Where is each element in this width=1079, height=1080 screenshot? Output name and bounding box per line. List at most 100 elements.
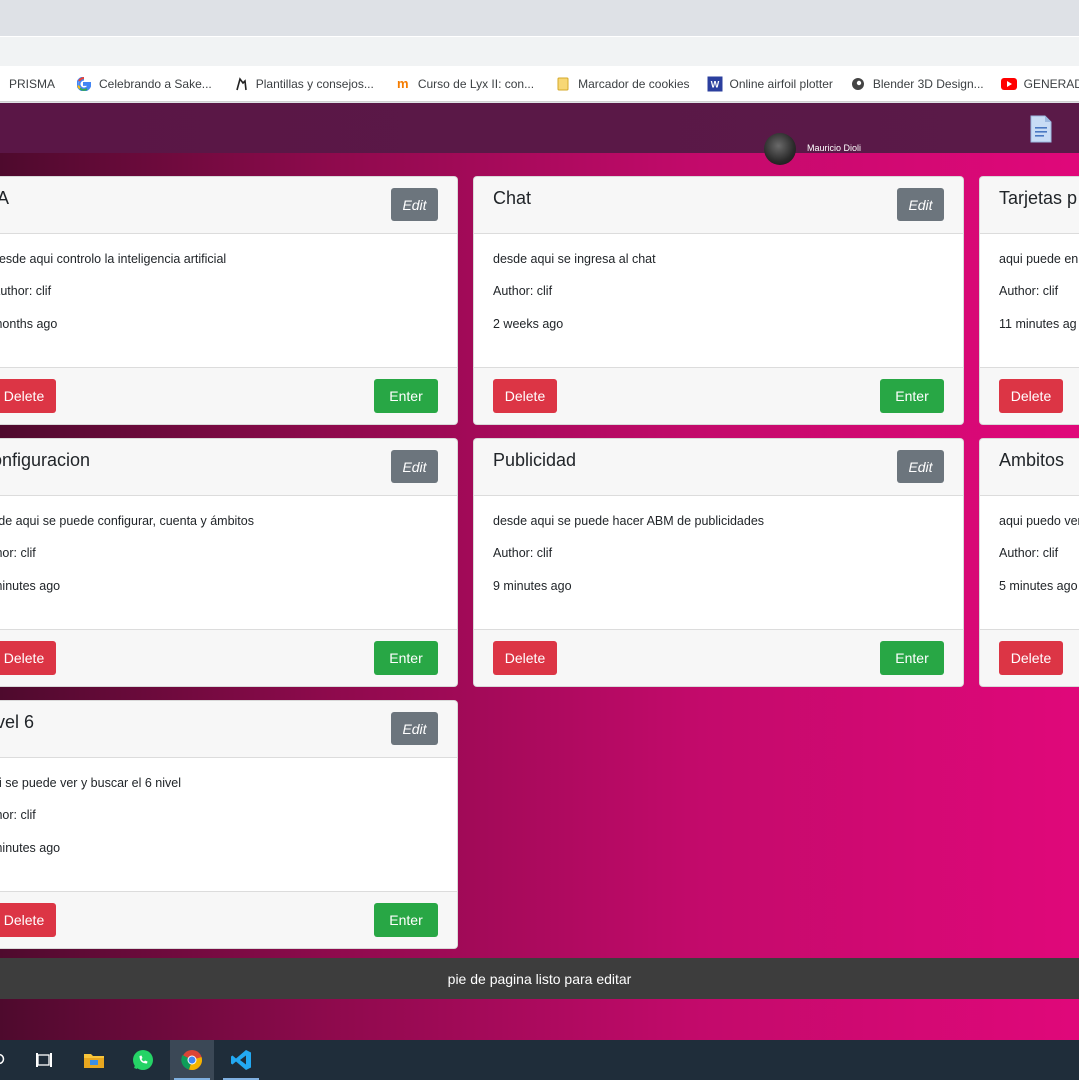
edit-button[interactable]: Edit [897,188,944,221]
card-publicidad: Publicidad Edit desde aqui se puede hace… [473,438,964,687]
card-author: Author: clif [493,546,553,560]
bookmark-label: Plantillas y consejos... [255,76,374,91]
delete-button[interactable]: Delete [999,641,1063,675]
bookmark-label: Curso de Lyx II: con... [417,76,535,91]
username[interactable]: Mauricio Dioli [807,143,861,153]
bookmark-generador[interactable]: GENERADOR D [995,76,1079,92]
card-description: desde aqui se puede hacer ABM de publici… [493,514,765,528]
card-author: Author: clif [493,284,553,298]
card-header: Chat Edit [474,177,963,234]
card-header: Tarjetas p [980,177,1079,234]
card-header: ivel 6 Edit [0,701,457,758]
file-explorer-icon[interactable] [72,1040,116,1080]
card-footer: Delete Enter [0,367,457,424]
delete-button[interactable]: Delete [999,379,1063,413]
card-header: Publicidad Edit [474,439,963,496]
edit-button[interactable]: Edit [391,450,438,483]
card-footer: Delete [980,367,1079,424]
search-icon[interactable] [0,1040,22,1080]
plantillas-icon [233,76,249,92]
vscode-icon[interactable] [219,1040,263,1080]
enter-button[interactable]: Enter [374,903,438,937]
enter-button[interactable]: Enter [374,641,438,675]
bookmark-label: Online airfoil plotter [729,76,833,91]
card-footer: Delete Enter [0,891,457,948]
bookmarks-bar: PRISMA Celebrando a Sake... Plantillas y… [0,66,1079,102]
card-time: 11 minutes ag [999,317,1077,331]
avatar[interactable] [764,133,796,165]
card-time: 9 minutes ago [493,579,572,593]
card-description: ui se puede ver y buscar el 6 nivel [0,776,181,790]
card-author: Author: clif [999,546,1059,560]
card-description: aqui puede en [999,252,1079,266]
card-header: IA Edit [0,177,457,234]
chrome-icon[interactable] [170,1040,214,1080]
taskbar [0,1040,1079,1080]
bookmark-label: Blender 3D Design... [872,76,984,91]
delete-button[interactable]: Delete [0,903,56,937]
card-time: minutes ago [0,579,61,593]
youtube-icon [1000,76,1017,92]
card-footer: Delete Enter [474,629,963,686]
delete-button[interactable]: Delete [493,379,557,413]
card-ia: IA Edit desde aqui controlo la inteligen… [0,176,458,425]
card-time: 2 weeks ago [493,317,564,331]
card-footer: Delete Enter [0,629,457,686]
card-configuracion: onfiguracion Edit sde aqui se puede conf… [0,438,458,687]
delete-button[interactable]: Delete [0,641,56,675]
document-icon[interactable] [1030,115,1052,148]
card-title: IA [0,188,9,209]
edit-button[interactable]: Edit [391,188,438,221]
card-description: desde aqui controlo la inteligencia arti… [0,252,227,266]
card-time: 5 minutes ago [999,579,1078,593]
enter-button[interactable]: Enter [880,379,944,413]
footer-text: pie de pagina listo para editar [447,970,632,987]
enter-button[interactable]: Enter [374,379,438,413]
course-icon: m [397,76,409,91]
edit-button[interactable]: Edit [897,450,944,483]
delete-button[interactable]: Delete [0,379,56,413]
bookmark-cookies[interactable]: Marcador de cookies [549,76,695,92]
bookmark-curso-lyx[interactable]: m Curso de Lyx II: con... [389,76,540,92]
bookmark-celebrando[interactable]: Celebrando a Sake... [70,76,218,92]
card-tarjetas: Tarjetas p aqui puede en Author: clif 11… [979,176,1079,425]
card-header: onfiguracion Edit [0,439,457,496]
bookmark-label: Celebrando a Sake... [99,76,212,91]
bookmark-prisma[interactable]: PRISMA [0,77,61,91]
card-footer: Delete [980,629,1079,686]
card-description: sde aqui se puede configurar, cuenta y á… [0,514,254,528]
card-title: Publicidad [493,450,577,470]
google-icon [76,76,92,92]
card-author: thor: clif [0,546,36,560]
browser-tab-strip [0,0,1079,36]
bookmark-label: GENERADOR D [1023,76,1079,91]
card-time: months ago [0,317,58,331]
browser-address-bar[interactable] [0,36,1079,66]
app-header [0,103,1079,153]
card-time: minutes ago [0,841,61,855]
card-title: ivel 6 [0,712,35,732]
task-view-icon[interactable] [22,1040,66,1080]
bookmark-label: PRISMA [9,76,56,91]
enter-button[interactable]: Enter [880,641,944,675]
card-header: Ambitos [980,439,1079,496]
card-nivel-6: ivel 6 Edit ui se puede ver y buscar el … [0,700,458,949]
whatsapp-icon[interactable] [121,1040,165,1080]
bookmark-airfoil[interactable]: W Online airfoil plotter [701,76,839,92]
card-author: thor: clif [0,808,36,822]
edit-button[interactable]: Edit [391,712,438,745]
card-title: Tarjetas p [999,188,1078,208]
card-author: Author: clif [999,284,1059,298]
card-title: Chat [493,188,532,208]
bookmark-plantillas[interactable]: Plantillas y consejos... [227,76,380,92]
bookmark-blender[interactable]: Blender 3D Design... [844,76,990,92]
page-footer: pie de pagina listo para editar [0,958,1079,999]
svg-text:W: W [710,79,719,89]
card-description: aqui puedo ver [999,514,1079,528]
delete-button[interactable]: Delete [493,641,557,675]
bookmark-label: Marcador de cookies [578,76,690,91]
card-title: onfiguracion [0,450,91,470]
card-author: Author: clif [0,284,52,298]
folder-icon [555,76,571,92]
app-page: Mauricio Dioli IA Edit desde aqui contro… [0,103,1079,1040]
